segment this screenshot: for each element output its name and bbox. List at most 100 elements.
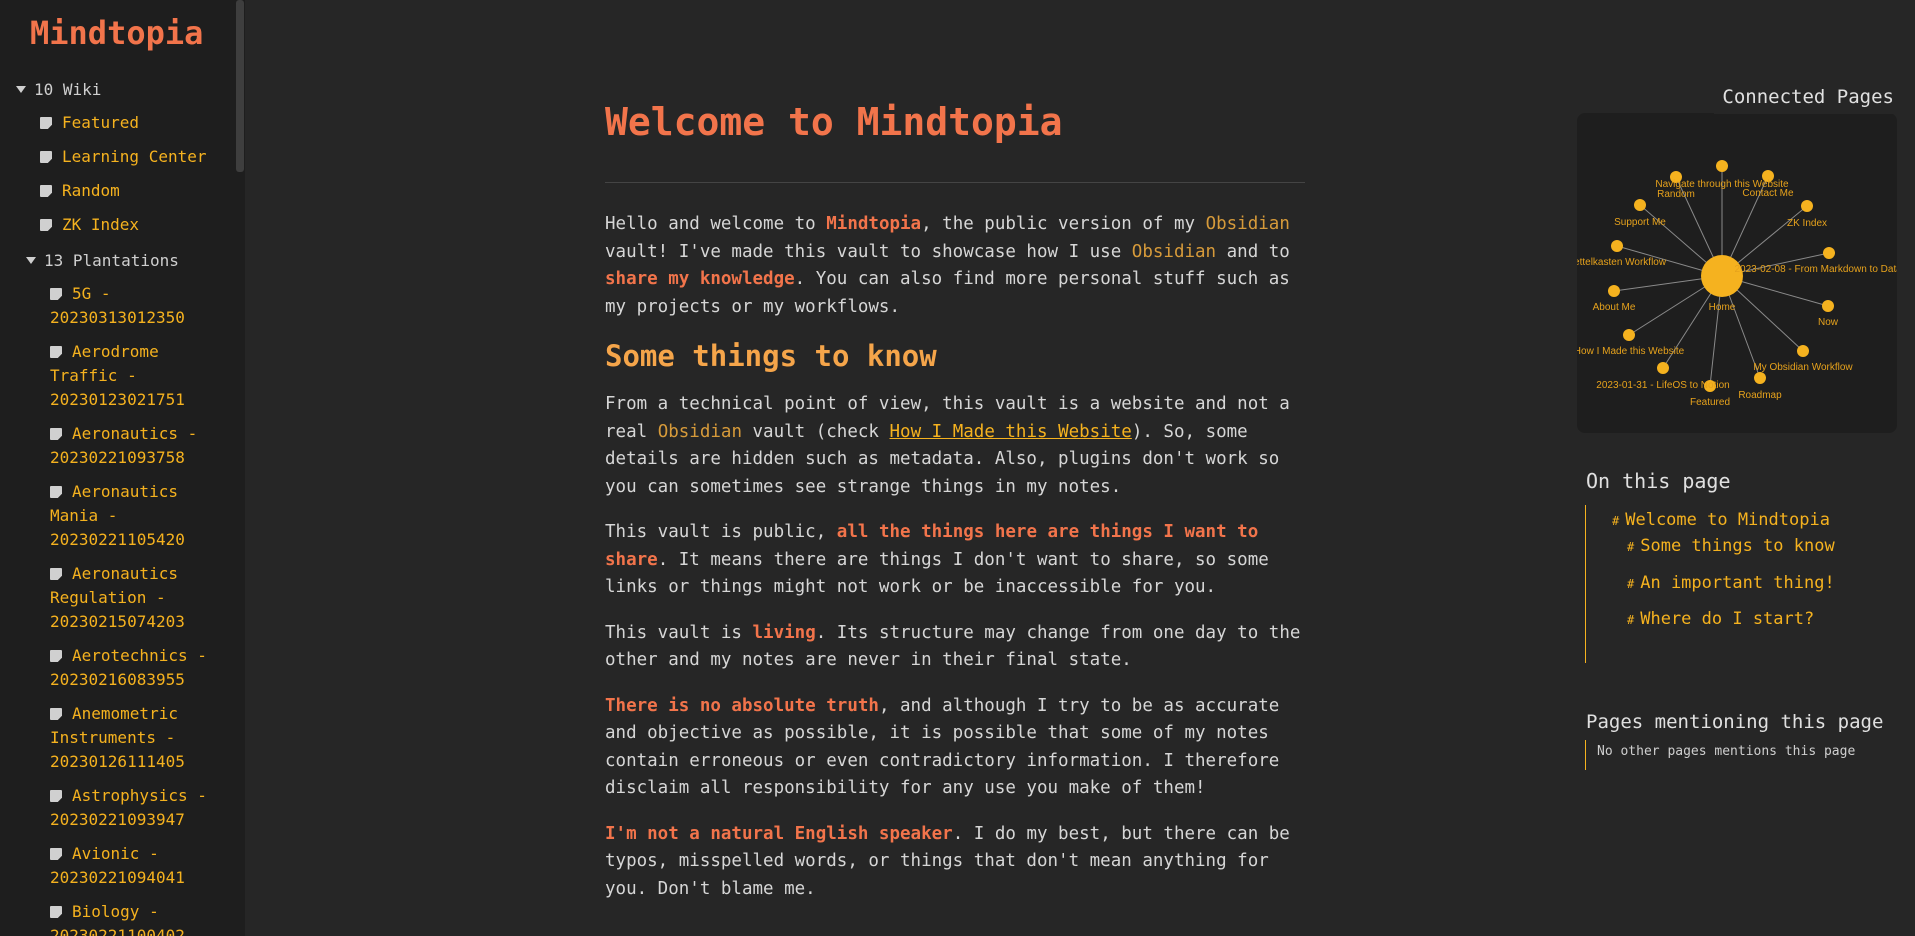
graph-label: My Obsidian Workflow	[1753, 362, 1853, 373]
obsidian-link[interactable]: Obsidian	[1206, 214, 1290, 234]
text: and to	[1216, 241, 1290, 262]
sidebar-item-label: Aerodrome Traffic - 20230123021751	[50, 342, 185, 409]
hash-icon: #	[1612, 514, 1620, 528]
note-icon	[50, 906, 62, 918]
folder-plantations[interactable]: 13 Plantations	[26, 251, 179, 270]
graph-node[interactable]	[1657, 362, 1669, 374]
graph-node[interactable]	[1634, 199, 1646, 211]
sidebar-item-featured[interactable]: Featured	[40, 111, 139, 135]
sidebar-item-anemometric-instruments[interactable]: Anemometric Instruments - 20230126111405	[50, 702, 185, 774]
note-icon	[50, 708, 62, 720]
truth-paragraph: There is no absolute truth, and although…	[605, 693, 1305, 803]
site-title[interactable]: Mindtopia	[30, 14, 203, 52]
sidebar-item-label: Learning Center	[62, 147, 207, 166]
graph-node[interactable]	[1716, 160, 1728, 172]
sidebar-item-label: ZK Index	[62, 215, 140, 234]
connected-pages-graph[interactable]: Home Navigate through this Website Rando…	[1577, 113, 1897, 433]
hash-icon: #	[1627, 577, 1635, 591]
text: vault! I've made this vault to showcase …	[605, 241, 1132, 262]
graph-node[interactable]	[1797, 345, 1809, 357]
note-icon	[50, 486, 62, 498]
chevron-down-icon	[16, 86, 26, 93]
sidebar-item-aerodrome-traffic[interactable]: Aerodrome Traffic - 20230123021751	[50, 340, 185, 412]
graph-label: 2023-01-31 - LifeOS to Notion	[1596, 380, 1729, 391]
toc-item-label: Welcome to Mindtopia	[1625, 510, 1830, 530]
graph-node[interactable]	[1801, 200, 1813, 212]
obsidian-link[interactable]: Obsidian	[658, 422, 742, 442]
toc-item-welcome[interactable]: # Welcome to Mindtopia	[1612, 510, 1830, 530]
toc-item-some-things[interactable]: # Some things to know	[1627, 536, 1835, 556]
title-divider	[605, 182, 1305, 183]
note-icon	[50, 428, 62, 440]
sidebar-item-astrophysics[interactable]: Astrophysics - 20230221093947	[50, 784, 207, 832]
sidebar-item-biology[interactable]: Biology - 20230221100402	[50, 900, 185, 936]
sidebar-item-label: Featured	[62, 113, 140, 132]
sidebar-item-aeronautics-regulation[interactable]: Aeronautics Regulation - 20230215074203	[50, 562, 185, 634]
folder-wiki[interactable]: 10 Wiki	[16, 80, 101, 99]
text: vault (check	[741, 421, 890, 442]
sidebar-item-zk-index[interactable]: ZK Index	[40, 213, 139, 237]
intro-paragraph: Hello and welcome to Mindtopia, the publ…	[605, 211, 1305, 321]
graph-label: Roadmap	[1738, 390, 1782, 401]
graph-label: About Me	[1593, 302, 1636, 313]
note-icon	[50, 848, 62, 860]
graph-node[interactable]	[1608, 285, 1620, 297]
graph-label: Now	[1818, 317, 1839, 328]
toc-item-label: Where do I start?	[1640, 609, 1815, 629]
sidebar-item-label: Astrophysics - 20230221093947	[50, 786, 207, 829]
text: This vault is	[605, 622, 753, 643]
hash-icon: #	[1627, 540, 1635, 554]
sidebar-item-label: Aeronautics Regulation - 20230215074203	[50, 564, 185, 631]
sidebar: Mindtopia 10 Wiki Featured Learning Cent…	[0, 0, 245, 936]
text: . It means there are things I don't want…	[605, 549, 1269, 598]
text: This vault is public,	[605, 522, 837, 542]
toc-item-label: An important thing!	[1640, 573, 1835, 593]
obsidian-link[interactable]: Obsidian	[1132, 242, 1216, 262]
graph-node[interactable]	[1823, 247, 1835, 259]
mentions-title: Pages mentioning this page	[1586, 711, 1884, 733]
graph-svg[interactable]: Home Navigate through this Website Rando…	[1577, 113, 1897, 433]
graph-node-home[interactable]	[1701, 255, 1743, 297]
toc-item-where-start[interactable]: # Where do I start?	[1627, 609, 1814, 629]
sidebar-item-random[interactable]: Random	[40, 179, 120, 203]
english-paragraph: I'm not a natural English speaker. I do …	[605, 821, 1305, 904]
strong-text: share my knowledge	[605, 269, 795, 289]
technical-paragraph: From a technical point of view, this vau…	[605, 391, 1305, 501]
mentions-divider	[1585, 740, 1586, 770]
note-icon	[40, 219, 52, 231]
main-content: Welcome to Mindtopia Hello and welcome t…	[605, 100, 1305, 921]
chevron-down-icon	[26, 257, 36, 264]
graph-node[interactable]	[1611, 240, 1623, 252]
toc-item-label: Some things to know	[1640, 536, 1835, 556]
graph-label: How I Made this Website	[1577, 346, 1685, 357]
how-i-made-link[interactable]: How I Made this Website	[890, 422, 1132, 442]
sidebar-item-label: Anemometric Instruments - 20230126111405	[50, 704, 185, 771]
sidebar-item-avionic[interactable]: Avionic - 20230221094041	[50, 842, 185, 890]
graph-node[interactable]	[1754, 372, 1766, 384]
sidebar-item-aeronautics[interactable]: Aeronautics - 20230221093758	[50, 422, 197, 470]
graph-label: Zettelkasten Workflow	[1577, 257, 1667, 268]
sidebar-item-label: Aeronautics Mania - 20230221105420	[50, 482, 185, 549]
strong-text: Mindtopia	[826, 214, 922, 234]
note-icon	[50, 568, 62, 580]
sidebar-item-aeronautics-mania[interactable]: Aeronautics Mania - 20230221105420	[50, 480, 185, 552]
note-icon	[40, 117, 52, 129]
sidebar-item-label: 5G - 20230313012350	[50, 284, 185, 327]
page-title: Welcome to Mindtopia	[605, 100, 1063, 144]
section-heading: Some things to know	[605, 339, 937, 373]
sidebar-item-learning-center[interactable]: Learning Center	[40, 145, 207, 169]
sidebar-item-aerotechnics[interactable]: Aerotechnics - 20230216083955	[50, 644, 207, 692]
graph-node[interactable]	[1623, 329, 1635, 341]
folder-label: 10 Wiki	[34, 80, 102, 99]
note-icon	[50, 650, 62, 662]
graph-label: 2023-02-08 - From Markdown to Database	[1735, 264, 1897, 275]
hash-icon: #	[1627, 613, 1635, 627]
folder-label: 13 Plantations	[44, 251, 179, 270]
sidebar-item-5g[interactable]: 5G - 20230313012350	[50, 282, 185, 330]
graph-label: Random	[1657, 189, 1695, 200]
sidebar-scrollbar[interactable]	[236, 0, 244, 172]
sidebar-item-label: Avionic - 20230221094041	[50, 844, 185, 887]
graph-node[interactable]	[1822, 300, 1834, 312]
graph-label: Contact Me	[1742, 188, 1794, 199]
toc-item-important[interactable]: # An important thing!	[1627, 573, 1835, 593]
